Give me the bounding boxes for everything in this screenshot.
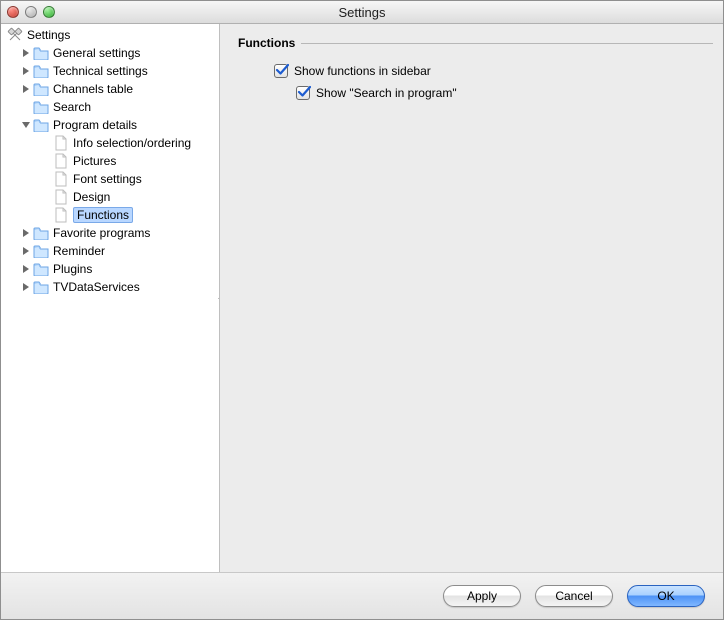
settings-window: Settings Settings xyxy=(0,0,724,620)
splitter-handle[interactable]: ◂ xyxy=(218,294,220,303)
folder-icon xyxy=(33,225,49,241)
folder-icon xyxy=(33,117,49,133)
file-icon xyxy=(53,135,69,151)
tree-item-functions[interactable]: Functions xyxy=(1,206,219,224)
tree-item-channels-table[interactable]: Channels table xyxy=(1,80,219,98)
tree-item-label: TVDataServices xyxy=(53,280,140,294)
titlebar: Settings xyxy=(1,1,723,24)
tree-item-general-settings[interactable]: General settings xyxy=(1,44,219,62)
folder-icon xyxy=(33,81,49,97)
tree-item-label: General settings xyxy=(53,46,140,60)
expand-arrow-icon[interactable] xyxy=(21,283,31,291)
settings-panel: Functions Show functions in sidebar xyxy=(220,24,723,572)
file-icon xyxy=(53,189,69,205)
cancel-button[interactable]: Cancel xyxy=(535,585,613,607)
settings-icon xyxy=(7,27,23,43)
settings-tree[interactable]: Settings General settings xyxy=(1,24,220,572)
tree-item-search[interactable]: Search xyxy=(1,98,219,116)
section-header: Functions xyxy=(238,36,713,50)
folder-icon xyxy=(33,279,49,295)
close-window-button[interactable] xyxy=(7,6,19,18)
content-area: Settings General settings xyxy=(1,24,723,572)
tree-item-label: Plugins xyxy=(53,262,92,276)
tree-item-label: Pictures xyxy=(73,154,116,168)
expand-arrow-icon[interactable] xyxy=(21,247,31,255)
dialog-footer: Apply Cancel OK xyxy=(1,572,723,619)
tree-root-settings[interactable]: Settings xyxy=(1,26,219,44)
tree-item-label: Info selection/ordering xyxy=(73,136,191,150)
zoom-window-button[interactable] xyxy=(43,6,55,18)
tree-item-font-settings[interactable]: Font settings xyxy=(1,170,219,188)
checkbox-show-functions-in-sidebar[interactable] xyxy=(274,64,288,78)
tree-root-label: Settings xyxy=(27,28,70,42)
section-title-text: Functions xyxy=(238,36,295,50)
ok-button[interactable]: OK xyxy=(627,585,705,607)
option-show-search-in-program: Show "Search in program" xyxy=(296,86,713,100)
tree-item-label: Functions xyxy=(73,207,133,223)
tree-item-label: Favorite programs xyxy=(53,226,150,240)
file-icon xyxy=(53,171,69,187)
folder-icon xyxy=(33,63,49,79)
minimize-window-button[interactable] xyxy=(25,6,37,18)
folder-icon xyxy=(33,45,49,61)
tree-item-design[interactable]: Design xyxy=(1,188,219,206)
folder-icon xyxy=(33,261,49,277)
expand-arrow-icon[interactable] xyxy=(21,265,31,273)
tree-item-label: Font settings xyxy=(73,172,142,186)
tree-item-label: Reminder xyxy=(53,244,105,258)
tree-item-label: Program details xyxy=(53,118,137,132)
expand-arrow-icon[interactable] xyxy=(21,229,31,237)
tree-item-plugins[interactable]: Plugins xyxy=(1,260,219,278)
window-title: Settings xyxy=(1,5,723,20)
tree-item-favorite-programs[interactable]: Favorite programs xyxy=(1,224,219,242)
expand-arrow-icon[interactable] xyxy=(21,49,31,57)
option-show-functions-in-sidebar: Show functions in sidebar xyxy=(274,64,713,78)
expand-arrow-icon[interactable] xyxy=(21,85,31,93)
file-icon xyxy=(53,153,69,169)
folder-icon xyxy=(33,99,49,115)
file-icon xyxy=(53,207,69,223)
collapse-arrow-icon[interactable] xyxy=(21,121,31,129)
tree-item-reminder[interactable]: Reminder xyxy=(1,242,219,260)
tree-item-label: Design xyxy=(73,190,110,204)
apply-button[interactable]: Apply xyxy=(443,585,521,607)
tree-item-label: Channels table xyxy=(53,82,133,96)
option-label: Show functions in sidebar xyxy=(294,64,431,78)
tree-item-label: Technical settings xyxy=(53,64,148,78)
checkbox-show-search-in-program[interactable] xyxy=(296,86,310,100)
section-divider xyxy=(301,43,713,44)
tree-item-tvdataservices[interactable]: TVDataServices xyxy=(1,278,219,296)
tree-item-label: Search xyxy=(53,100,91,114)
option-label: Show "Search in program" xyxy=(316,86,457,100)
tree-item-program-details[interactable]: Program details xyxy=(1,116,219,134)
tree-item-pictures[interactable]: Pictures xyxy=(1,152,219,170)
window-controls xyxy=(7,6,55,18)
tree-item-technical-settings[interactable]: Technical settings xyxy=(1,62,219,80)
folder-icon xyxy=(33,243,49,259)
expand-arrow-icon[interactable] xyxy=(21,67,31,75)
tree-item-info-selection[interactable]: Info selection/ordering xyxy=(1,134,219,152)
